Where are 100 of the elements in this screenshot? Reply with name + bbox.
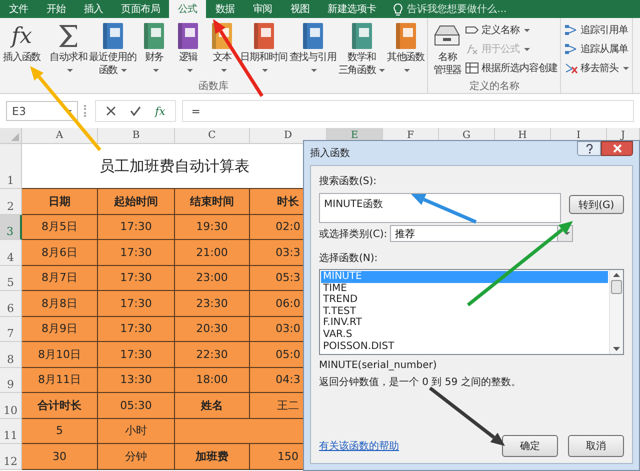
table-cell: 21:00	[175, 240, 250, 266]
row-header[interactable]: 7	[0, 316, 22, 342]
trace-arrows-icon	[564, 24, 578, 36]
group-label: 定义的名称	[468, 80, 520, 93]
question-icon	[586, 144, 592, 154]
ribbon-tab[interactable]: 插入	[74, 0, 112, 18]
ribbon-button[interactable]: 最近使用的 函数	[88, 21, 138, 77]
row-header[interactable]: 2	[0, 189, 22, 214]
ribbon-button[interactable]: 追踪从属单	[563, 41, 630, 57]
remove-arrows-icon	[564, 62, 578, 74]
table-cell: 8月6日	[22, 240, 98, 266]
triangle-icon	[11, 133, 19, 141]
ribbon-button[interactable]: 根据所选内容创建	[464, 60, 558, 76]
cancel-icon	[106, 106, 116, 116]
dialog-button[interactable]: 取消	[568, 435, 624, 457]
ribbon-button[interactable]: 日期和时间	[239, 21, 288, 77]
table-cell: 19:30	[175, 214, 250, 240]
table-cell: 姓名	[175, 393, 250, 418]
column-header[interactable]: D	[250, 128, 327, 144]
ribbon-tab[interactable]: 页面布局	[112, 0, 170, 18]
column-header[interactable]: C	[175, 128, 250, 144]
name-box[interactable]: E3	[6, 101, 78, 121]
cell-reference: E3	[12, 104, 26, 118]
table-cell: 合计时长	[22, 393, 98, 418]
row-header[interactable]: 8	[0, 342, 22, 368]
ribbon-button[interactable]: 财务	[137, 21, 172, 77]
ribbon-button[interactable]: 移去箭头	[563, 60, 630, 76]
search-field[interactable]: MINUTE函数	[319, 193, 561, 223]
table-cell: 17:30	[98, 240, 175, 266]
table-cell: 17:30	[98, 342, 175, 368]
table-cell: 8月11日	[22, 368, 98, 393]
ribbon-button[interactable]: 查找与引用	[288, 21, 338, 77]
column-header[interactable]: B	[98, 128, 175, 144]
table-cell: 加班费	[175, 444, 250, 470]
tag-icon	[465, 24, 480, 36]
table-cell: 17:30	[98, 291, 175, 316]
category-dropdown[interactable]: 推荐	[390, 225, 574, 242]
table-cell: 起始时间	[98, 189, 175, 214]
field-label: 搜索函数(S):	[319, 174, 378, 188]
row-header[interactable]: 11	[0, 418, 22, 444]
ribbon-button[interactable]: 定义名称	[464, 22, 558, 38]
table-cell: 20:30	[175, 316, 250, 342]
ribbon-tab[interactable]: 开始	[37, 0, 75, 18]
table-cell: 结束时间	[175, 189, 250, 214]
table-cell: 5	[22, 418, 98, 444]
ribbon-tab[interactable]: 文件	[0, 0, 38, 18]
function-list[interactable]: MINUTE TIME TREND T.TEST F.INV.RT VAR.S POISSON.DIST	[319, 269, 624, 355]
scroll-thumb[interactable]	[611, 280, 622, 294]
table-cell: 17:30	[98, 316, 175, 342]
function-icon: fx	[12, 24, 32, 48]
table-cell: 18:00	[175, 368, 250, 393]
table-cell: 8月10日	[22, 342, 98, 368]
row-header[interactable]: 12	[0, 444, 22, 470]
help-button[interactable]	[577, 141, 601, 156]
dialog-button[interactable]: 确定	[502, 435, 558, 457]
group-label: 函数库	[198, 80, 230, 93]
close-icon	[612, 144, 622, 153]
row-header[interactable]: 9	[0, 368, 22, 393]
table-cell: 05:30	[98, 393, 175, 418]
ribbon-tab[interactable]: 新建选项卡	[318, 0, 386, 18]
ribbon-button[interactable]: 自动求和	[48, 21, 88, 77]
table-cell: 分钟	[98, 444, 175, 470]
row-header[interactable]: 5	[0, 266, 22, 291]
row-header[interactable]: 10	[0, 393, 22, 418]
table-cell: 小时	[98, 418, 175, 444]
ribbon-button[interactable]: 逻辑	[171, 21, 206, 77]
scroll-up-icon	[613, 273, 620, 277]
table-cell: 17:30	[98, 214, 175, 240]
dropdown-value: 推荐	[395, 228, 416, 240]
trace-arrows-icon	[564, 43, 578, 55]
ribbon-tab[interactable]: 公式	[169, 0, 206, 18]
table-cell: 日期	[22, 189, 98, 214]
table-cell: 22:30	[175, 342, 250, 368]
ribbon-button[interactable]: 追踪引用单	[563, 22, 630, 38]
row-header[interactable]: 3	[0, 214, 22, 240]
ribbon-button[interactable]: fx 插入函数	[2, 21, 42, 64]
table-cell: 23:30	[175, 291, 250, 316]
column-header[interactable]: A	[22, 128, 98, 144]
ribbon-button[interactable]: 其他函数	[386, 21, 426, 77]
row-header[interactable]: 6	[0, 291, 22, 316]
table-cell: 8月9日	[22, 316, 98, 342]
table-cell: 23:00	[175, 266, 250, 291]
go-button[interactable]: 转到(G)	[568, 195, 624, 214]
formula-field[interactable]: =	[182, 100, 634, 122]
table-icon	[465, 62, 480, 74]
tell-me-field[interactable]: 告诉我您想要做什么...	[407, 2, 507, 16]
close-button[interactable]	[601, 141, 633, 156]
table-cell: 8月5日	[22, 214, 98, 240]
ribbon-button[interactable]: 数学和 三角函数	[337, 21, 386, 77]
ribbon-tab[interactable]: 审阅	[244, 0, 282, 18]
row-header[interactable]: 4	[0, 240, 22, 266]
row-header[interactable]: 1	[0, 144, 22, 189]
ribbon-button[interactable]: 名称 管理器	[430, 21, 464, 77]
caret-icon	[66, 110, 72, 112]
ribbon-tab[interactable]: 数据	[206, 0, 244, 18]
scroll-down-icon	[613, 347, 620, 351]
formula-icon	[465, 43, 480, 55]
insert-function-button[interactable]: fx	[155, 104, 166, 118]
checkmark-icon	[130, 106, 141, 116]
ribbon-tab[interactable]: 视图	[281, 0, 319, 18]
